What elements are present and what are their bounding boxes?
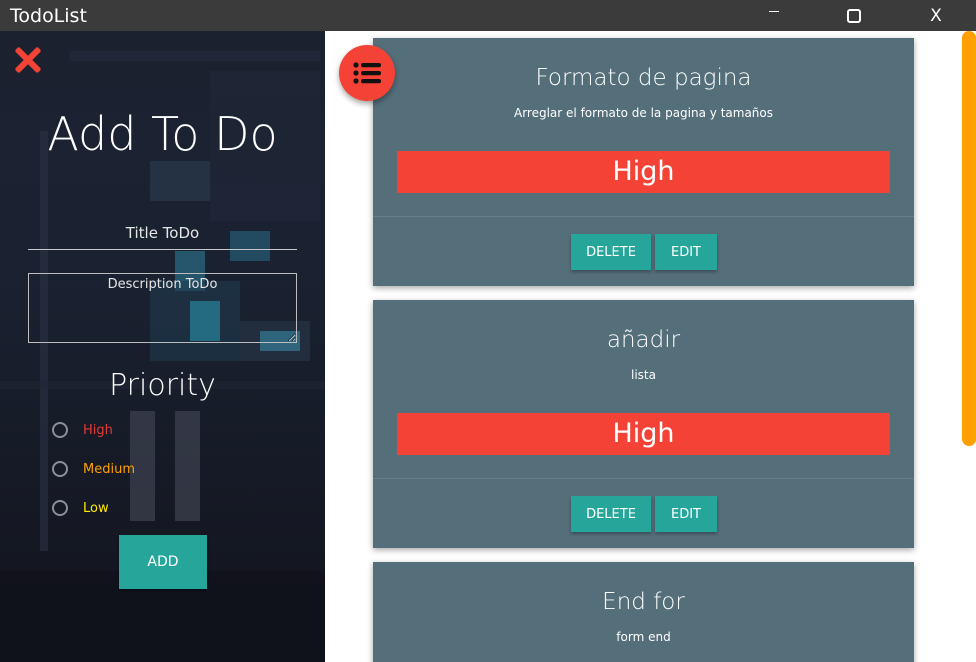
list-menu-icon [353,62,381,84]
radio-circle[interactable] [52,422,68,438]
card-divider [373,478,914,479]
maximize-icon [847,8,861,23]
menu-fab-button[interactable] [339,45,395,101]
todo-card: End for form end [373,562,914,662]
todo-title: End for [602,589,685,615]
add-todo-panel: Add To Do Priority High Medium Low ADD [0,31,325,662]
todo-description: lista [631,368,656,382]
priority-label-low: Low [83,500,109,516]
todo-title: Formato de pagina [535,65,752,91]
window-titlebar: TodoList X [0,0,976,31]
priority-badge: High [397,413,890,455]
scrollbar-thumb[interactable] [962,31,976,446]
todo-description: Arreglar el formato de la pagina y tamañ… [514,106,773,120]
add-button[interactable]: ADD [119,535,207,589]
maximize-button[interactable] [831,0,877,31]
close-panel-icon[interactable] [12,44,44,76]
priority-radio-low[interactable]: Low [52,500,109,516]
radio-circle[interactable] [52,500,68,516]
todo-description: form end [616,630,671,644]
minimize-button[interactable] [751,0,797,31]
todo-card: añadir lista High DELETE EDIT [373,300,914,548]
priority-badge: High [397,151,890,193]
card-divider [373,216,914,217]
priority-radio-medium[interactable]: Medium [52,461,135,477]
todo-card: Formato de pagina Arreglar el formato de… [373,38,914,286]
window-close-label: X [930,5,942,26]
radio-circle[interactable] [52,461,68,477]
window-close-button[interactable]: X [913,0,959,31]
todo-list-area: Formato de pagina Arreglar el formato de… [325,31,976,662]
priority-label-high: High [83,422,113,438]
delete-button[interactable]: DELETE [571,234,651,270]
edit-button[interactable]: EDIT [655,234,717,270]
priority-heading: Priority [109,368,216,403]
delete-button[interactable]: DELETE [571,496,651,532]
description-input[interactable] [28,273,297,343]
priority-radio-high[interactable]: High [52,422,113,438]
minimize-icon [769,11,779,12]
add-todo-heading: Add To Do [47,107,278,161]
edit-button[interactable]: EDIT [655,496,717,532]
title-input[interactable] [28,217,297,250]
priority-label-medium: Medium [83,461,135,477]
todo-title: añadir [606,327,681,353]
app-title: TodoList [10,5,87,27]
